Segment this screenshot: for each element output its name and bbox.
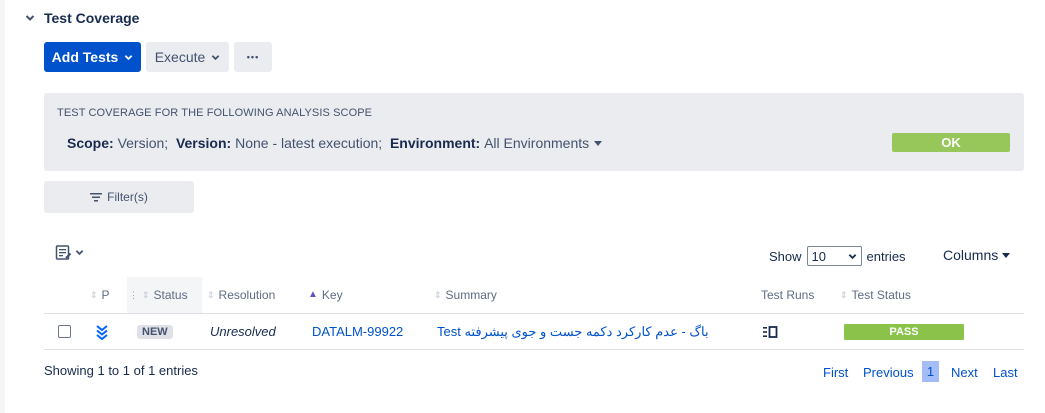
filter-label: Filter(s) — [107, 190, 148, 204]
environment-value: All Environments — [484, 135, 590, 151]
test-runs-header-label: Test Runs — [761, 288, 815, 302]
test-status-badge: PASS — [844, 323, 964, 340]
row-checkbox[interactable] — [58, 325, 71, 338]
page-size-select[interactable]: 10 — [806, 246, 862, 266]
chevron-down-icon — [848, 253, 856, 259]
sort-icon: ⇕ — [207, 289, 215, 300]
section-title: Test Coverage — [44, 10, 140, 26]
document-edit-icon — [55, 245, 72, 260]
test-coverage-table: ⇕ P ⋮ ⇕ Status ⇕ Resolution ▲ Key ⇕ Summ… — [44, 277, 1024, 350]
left-panel-strip — [0, 0, 5, 413]
resolution-cell: Unresolved — [210, 324, 276, 339]
chevron-down-icon — [25, 15, 35, 21]
chevron-down-icon — [75, 250, 84, 256]
pagination-next[interactable]: Next — [951, 365, 978, 380]
table-row: NEW Unresolved DATALM-99922 Test باگ - ع… — [44, 314, 1024, 350]
caret-down-icon — [594, 140, 603, 146]
page-size-value: 10 — [811, 248, 826, 264]
columns-button[interactable]: Columns — [943, 247, 1011, 263]
key-header-label: Key — [321, 288, 343, 302]
sort-ascending-icon: ▲ — [308, 289, 318, 300]
analysis-scope-panel: TEST COVERAGE FOR THE FOLLOWING ANALYSIS… — [44, 93, 1024, 171]
test-runs-icon[interactable] — [763, 325, 778, 338]
column-header-status[interactable]: ⋮ ⇕ Status — [127, 277, 202, 313]
priority-header-label: P — [101, 288, 110, 302]
scope-heading: TEST COVERAGE FOR THE FOLLOWING ANALYSIS… — [57, 107, 373, 119]
summary-link[interactable]: Test باگ - عدم کارکرد دکمه جست و جوی پیش… — [437, 314, 709, 349]
pagination-previous[interactable]: Previous — [863, 365, 914, 380]
scope-value: Version; — [117, 135, 169, 151]
status-header-label: Status — [153, 288, 188, 302]
pagination-last[interactable]: Last — [993, 365, 1018, 380]
summary-header-label: Summary — [445, 288, 497, 302]
filter-icon — [90, 193, 103, 202]
column-header-test-status[interactable]: ⇕ Test Status — [840, 277, 911, 313]
sort-icon: ⇕ — [840, 289, 848, 300]
column-header-key[interactable]: ▲ Key — [308, 277, 343, 313]
execute-label: Execute — [154, 49, 206, 65]
pagination-first[interactable]: First — [823, 365, 848, 380]
page-size-control: Show 10 entries — [769, 246, 906, 266]
column-header-priority[interactable]: ⇕ P — [90, 277, 110, 313]
status-cell: NEW — [137, 314, 173, 349]
export-menu-button[interactable] — [55, 244, 84, 261]
collapse-toggle[interactable] — [24, 12, 36, 24]
caret-down-icon — [1002, 252, 1011, 258]
environment-label: Environment: — [389, 135, 481, 151]
entries-label: entries — [866, 248, 906, 264]
add-tests-button[interactable]: Add Tests — [44, 42, 141, 72]
version-label: Version: — [175, 135, 232, 151]
execute-button[interactable]: Execute — [146, 42, 229, 72]
status-badge: NEW — [137, 324, 173, 339]
version-value: None - latest execution; — [235, 135, 383, 151]
priority-lowest-icon — [96, 324, 108, 340]
test-status-header-label: Test Status — [851, 288, 911, 302]
drag-handle-icon: ⋮ — [129, 289, 138, 300]
show-label: Show — [769, 248, 802, 264]
test-status-cell: PASS — [844, 314, 964, 349]
table-header: ⇕ P ⋮ ⇕ Status ⇕ Resolution ▲ Key ⇕ Summ… — [44, 277, 1024, 314]
resolution-header-label: Resolution — [218, 288, 276, 302]
chevron-down-icon — [212, 54, 220, 60]
pagination-current-page[interactable]: 1 — [922, 361, 939, 382]
filter-button[interactable]: Filter(s) — [44, 181, 194, 213]
column-header-test-runs: Test Runs — [761, 277, 814, 313]
columns-label: Columns — [943, 247, 999, 263]
section-header: Test Coverage — [24, 8, 139, 28]
priority-cell — [95, 314, 109, 349]
sort-icon: ⇕ — [90, 289, 98, 300]
row-select — [58, 314, 71, 349]
more-actions-button[interactable]: ••• — [234, 42, 272, 72]
sort-icon: ⇕ — [434, 289, 442, 300]
column-header-summary[interactable]: ⇕ Summary — [434, 277, 497, 313]
test-runs-cell — [763, 314, 778, 349]
issue-key-link[interactable]: DATALM-99922 — [312, 314, 403, 349]
environment-dropdown[interactable]: All Environments — [484, 135, 603, 151]
more-icon: ••• — [246, 52, 260, 62]
column-header-resolution[interactable]: ⇕ Resolution — [207, 277, 275, 313]
add-tests-label: Add Tests — [51, 49, 119, 65]
table-info: Showing 1 to 1 of 1 entries — [44, 363, 198, 378]
sort-icon: ⇕ — [142, 289, 150, 300]
chevron-down-icon — [125, 54, 133, 60]
scope-summary: Scope: Version; Version: None - latest e… — [67, 135, 603, 151]
ok-button[interactable]: OK — [892, 133, 1010, 152]
scope-label: Scope: — [67, 135, 114, 151]
